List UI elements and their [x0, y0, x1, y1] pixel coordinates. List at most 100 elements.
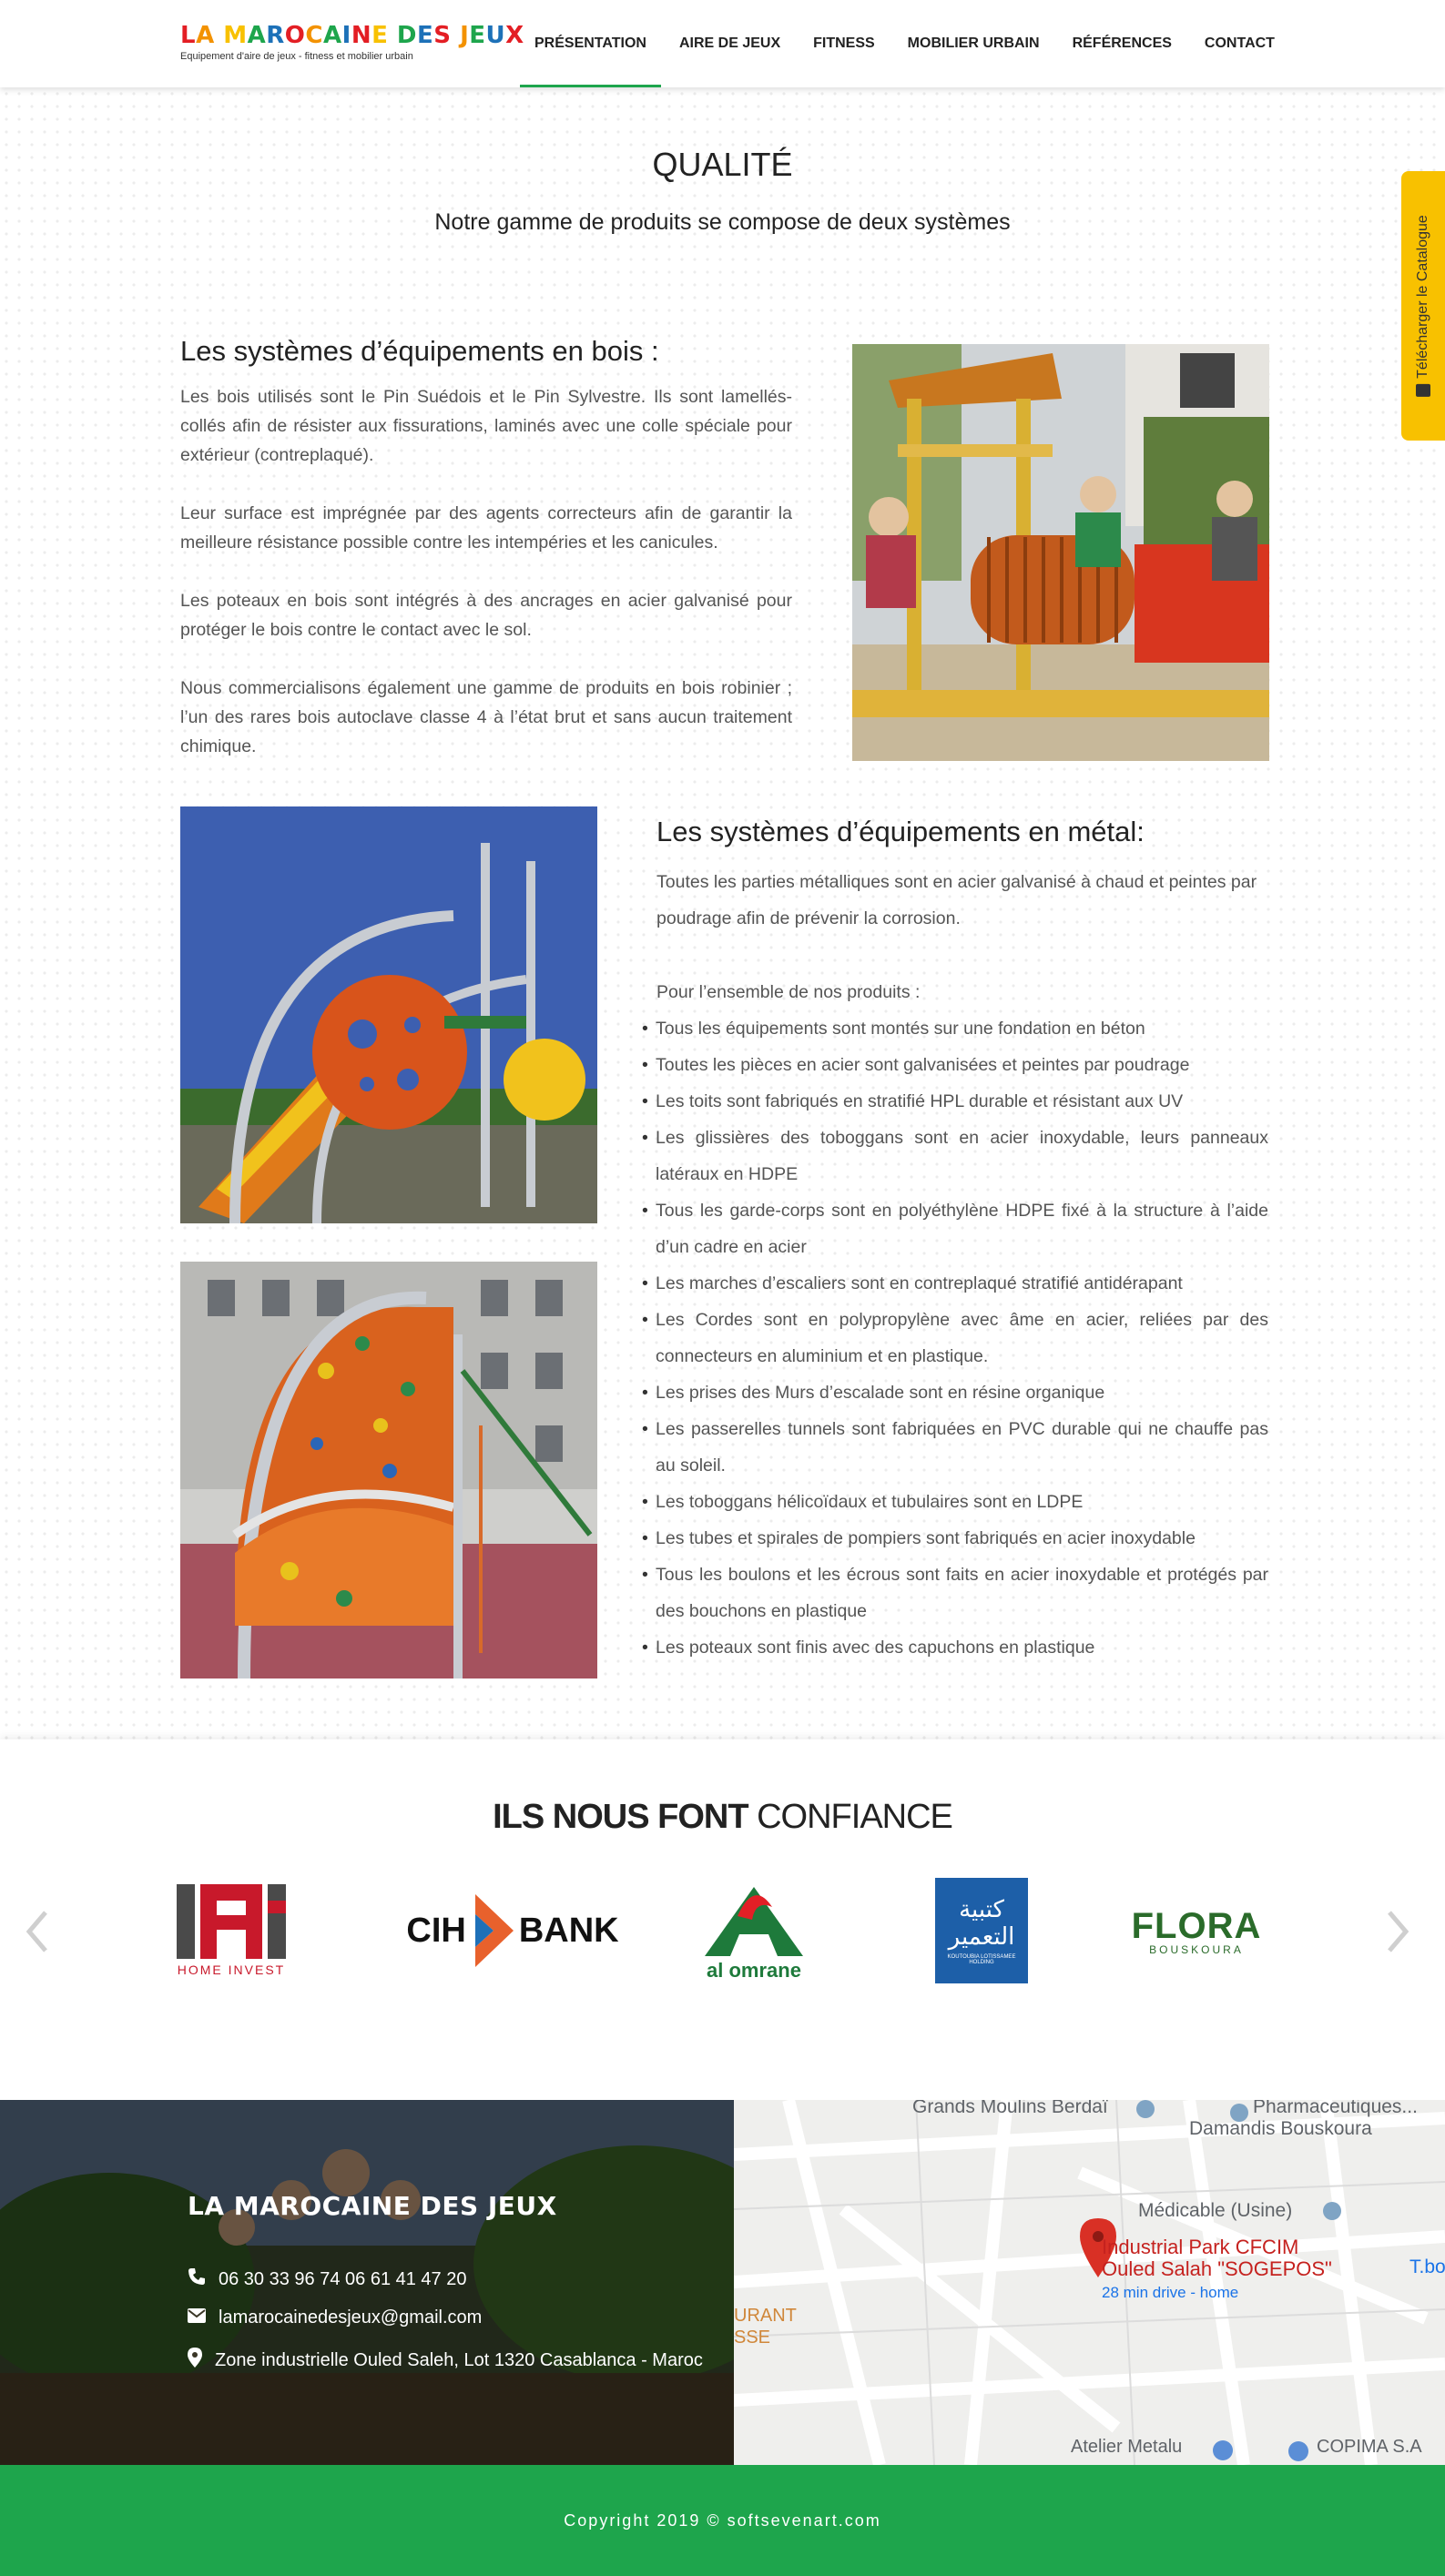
wood-paragraph: Leur surface est imprégnée par des agent… [180, 503, 792, 553]
email-text[interactable]: lamarocainedesjeux@gmail.com [219, 2307, 482, 2328]
logo-letter [388, 22, 397, 49]
list-item: Tous les équipements sont montés sur une… [642, 1010, 1268, 1047]
chevron-left-icon[interactable] [24, 1909, 51, 1954]
climbing-wall-photo [180, 1262, 597, 1678]
footer-brand: LA MAROCAINE DES JEUX [188, 2191, 557, 2221]
logo-letter: D [396, 22, 417, 49]
logo-letter: J [460, 22, 470, 49]
logo-letter [452, 22, 461, 49]
partners-title-bold: ILS NOUS FONT [493, 1798, 748, 1836]
flora-sub: BOUSKOURA [1149, 1942, 1244, 1956]
bank-label: BANK [518, 1911, 619, 1950]
download-catalog-tab[interactable]: Télécharger le Catalogue [1401, 171, 1445, 441]
logo-letter: E [469, 22, 486, 49]
koutoubia-arabic: كتبية التعمير [948, 1896, 1015, 1951]
logo-letter: L [180, 22, 197, 49]
logo-letter: O [284, 22, 306, 49]
site-logo[interactable]: LA MAROCAINE DES JEUX Equipement d'aire … [180, 22, 524, 62]
map-label: SSE [734, 2328, 771, 2348]
home-invest-mark [177, 1884, 286, 1959]
map-label: Damandis Bouskoura [1189, 2118, 1372, 2139]
list-item: Les poteaux sont finis avec des capuchon… [642, 1629, 1268, 1666]
cih-arrow-icon [474, 1894, 514, 1967]
partners-title: ILS NOUS FONT CONFIANCE [0, 1798, 1445, 1837]
logo-letter: I [341, 22, 351, 49]
phone-icon [188, 2267, 206, 2291]
partners-title-light: CONFIANCE [757, 1798, 953, 1836]
list-item: Les passerelles tunnels sont fabriquées … [642, 1411, 1268, 1484]
logo-letter: M [223, 22, 248, 49]
nav-item-contact[interactable]: CONTACT [1188, 0, 1291, 87]
location-pin-icon [188, 2348, 202, 2373]
map-canvas[interactable] [734, 2100, 1445, 2465]
logo-letter: U [485, 22, 506, 49]
footer-contact: LA MAROCAINE DES JEUX 06 30 33 96 74 06 … [0, 2100, 734, 2465]
map-label: Pharmaceutiques... [1253, 2100, 1418, 2117]
main-nav: PRÉSENTATION AIRE DE JEUX FITNESS MOBILI… [518, 0, 1291, 87]
map-label: COPIMA S.A [1317, 2437, 1422, 2457]
address-text: Zone industrielle Ouled Saleh, Lot 1320 … [215, 2349, 703, 2370]
list-item: Tous les boulons et les écrous sont fait… [642, 1557, 1268, 1629]
list-item: Les prises des Murs d’escalade sont en r… [642, 1374, 1268, 1411]
pdf-icon [1416, 383, 1430, 397]
metal-systems-lead: Pour l’ensemble de nos produits : [656, 982, 921, 1002]
flora-label: FLORA [1131, 1905, 1262, 1946]
home-invest-label: HOME INVEST [177, 1962, 286, 1977]
logo-letter: A [247, 22, 267, 49]
map-pin-title-line: Industrial Park CFCIM [1102, 2236, 1299, 2258]
chevron-right-icon[interactable] [1384, 1909, 1411, 1954]
envelope-icon [188, 2307, 206, 2328]
list-item: Les glissières des toboggans sont en aci… [642, 1120, 1268, 1192]
nav-item-fitness[interactable]: FITNESS [797, 0, 891, 87]
map-pin-title-line: Ouled Salah "SOGEPOS" [1102, 2257, 1332, 2280]
list-item: Les marches d’escaliers sont en contrepl… [642, 1265, 1268, 1302]
nav-item-references[interactable]: RÉFÉRENCES [1056, 0, 1188, 87]
map-label: Médicable (Usine) [1138, 2200, 1293, 2221]
list-item: Les toits sont fabriqués en stratifié HP… [642, 1083, 1268, 1120]
wood-systems-text: Les bois utilisés sont le Pin Suédois et… [180, 382, 792, 790]
quality-section: QUALITÉ Notre gamme de produits se compo… [0, 87, 1445, 1739]
logo-letter: S [433, 22, 452, 49]
wooden-playground-photo [852, 344, 1269, 761]
map-pin-subtitle: 28 min drive - home [1102, 2284, 1239, 2301]
logo-wordmark: LA MAROCAINE DES JEUX [180, 22, 524, 49]
wood-paragraph: Nous commercialisons également une gamme… [180, 678, 792, 756]
wood-paragraph: Les poteaux en bois sont intégrés à des … [180, 591, 792, 640]
footer-email: lamarocainedesjeux@gmail.com [188, 2307, 482, 2328]
section-title: QUALITÉ [652, 146, 793, 183]
partner-logo-home-invest[interactable]: HOME INVEST [169, 1876, 293, 1985]
map-label: Grands Moulins Berdaï [912, 2100, 1108, 2117]
al-omrane-label: al omrane [707, 1958, 801, 1982]
logo-letter: N [351, 22, 372, 49]
metal-systems-title: Les systèmes d’équipements en métal: [656, 816, 1145, 847]
list-item: Les tubes et spirales de pompiers sont f… [642, 1520, 1268, 1557]
partner-logo-cih-bank[interactable]: CIH BANK [403, 1876, 622, 1985]
metal-systems-list: Tous les équipements sont montés sur une… [642, 1010, 1268, 1666]
nav-item-aire-de-jeux[interactable]: AIRE DE JEUX [663, 0, 797, 87]
list-item: Tous les garde-corps sont en polyéthylèn… [642, 1192, 1268, 1265]
nav-item-presentation[interactable]: PRÉSENTATION [518, 0, 663, 87]
partners-section: ILS NOUS FONT CONFIANCE HOME INVEST CIH [0, 1739, 1445, 2100]
list-item: Les Cordes sont en polypropylène avec âm… [642, 1302, 1268, 1374]
partner-logo-al-omrane[interactable]: al omrane [695, 1876, 813, 1985]
nav-item-mobilier-urbain[interactable]: MOBILIER URBAIN [891, 0, 1056, 87]
site-header: LA MAROCAINE DES JEUX Equipement d'aire … [0, 0, 1445, 87]
section-subtitle: Notre gamme de produits se compose de de… [434, 209, 1011, 235]
logo-tagline: Equipement d'aire de jeux - fitness et m… [180, 51, 413, 62]
partner-logo-flora[interactable]: FLORA BOUSKOURA [1124, 1876, 1269, 1985]
list-item: Les toboggans hélicoïdaux et tubulaires … [642, 1484, 1268, 1520]
footer-address: Zone industrielle Ouled Saleh, Lot 1320 … [188, 2348, 703, 2373]
map-label: URANT [734, 2306, 797, 2326]
location-map[interactable]: Grands Moulins Berdaï Pharmaceutiques...… [734, 2100, 1445, 2465]
al-omrane-mark [705, 1886, 803, 1956]
phone-text: 06 30 33 96 74 06 61 41 47 20 [219, 2268, 467, 2289]
partner-logo-koutoubia[interactable]: كتبية التعمير KOUTOUBIA LOTISSAMEE HOLDI… [934, 1876, 1029, 1985]
koutoubia-sub: KOUTOUBIA LOTISSAMEE HOLDING [947, 1954, 1016, 1965]
wood-systems-title: Les systèmes d’équipements en bois : [180, 335, 659, 367]
logo-letter: A [196, 22, 215, 49]
logo-letter [215, 22, 224, 49]
map-label: T.bo [1409, 2257, 1445, 2277]
list-item: Toutes les pièces en acier sont galvanis… [642, 1047, 1268, 1083]
cih-label: CIH [406, 1911, 466, 1950]
logo-letter: E [417, 22, 434, 49]
